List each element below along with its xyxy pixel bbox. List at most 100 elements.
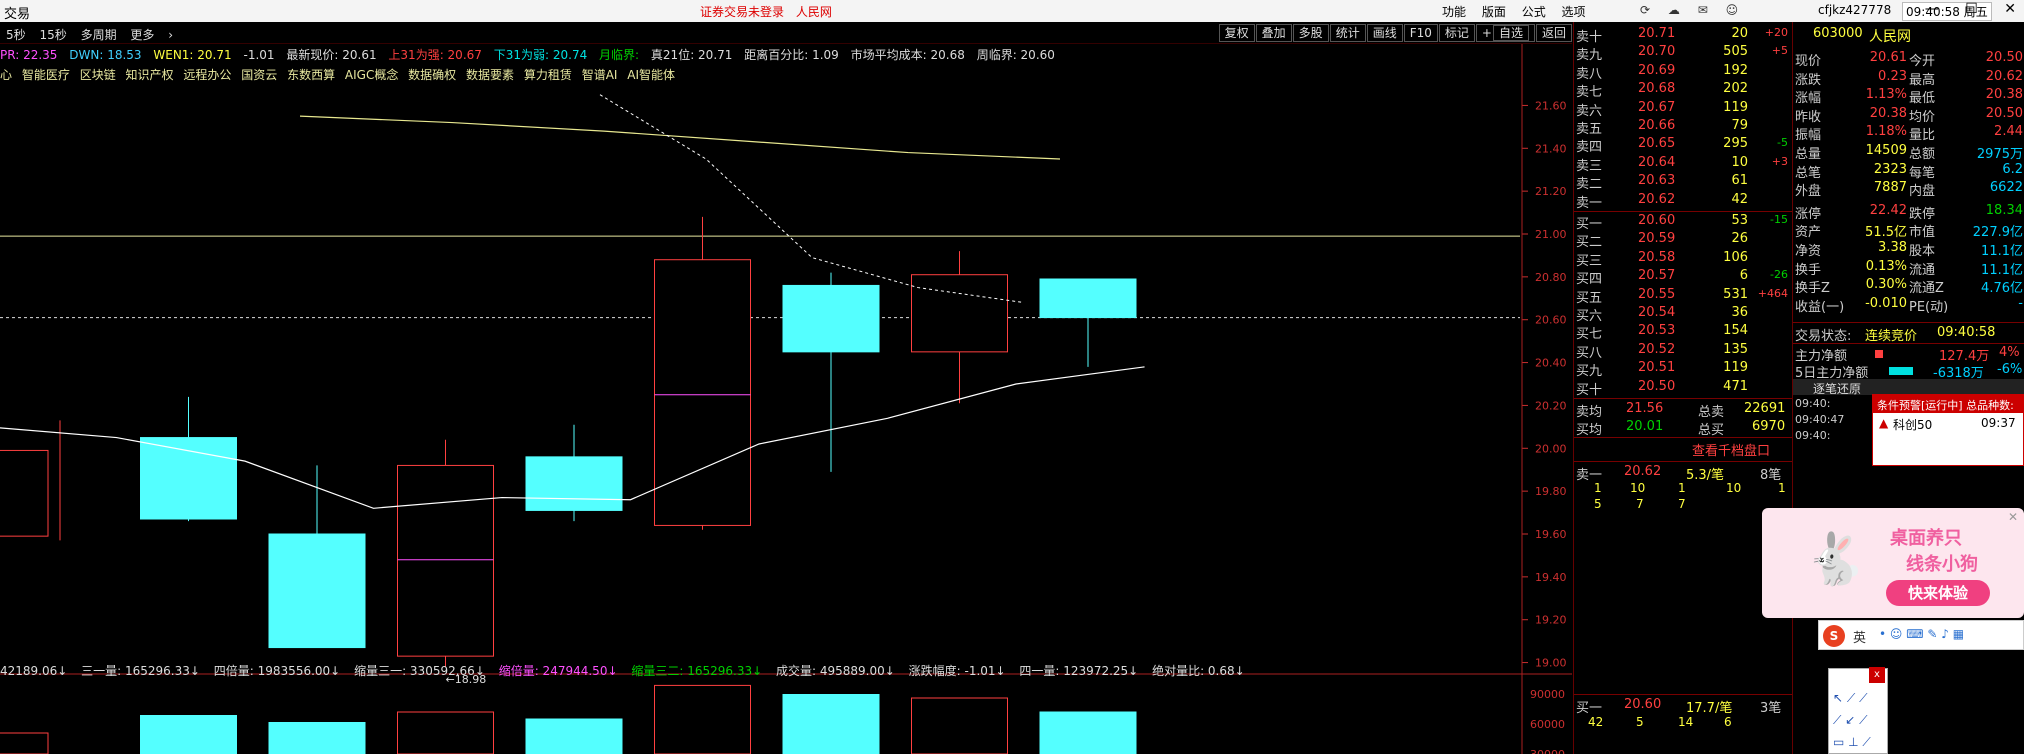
order-book-row[interactable]: 卖九 20.70 505 +5: [1574, 44, 1792, 63]
ime-lang[interactable]: 英: [1853, 627, 1866, 646]
order-book-row[interactable]: 买二 20.59 26: [1574, 231, 1792, 250]
order-book-row[interactable]: 买五 20.55 531 +464: [1574, 287, 1792, 306]
volume-bar: [140, 715, 237, 754]
order-book-row[interactable]: 卖四 20.65 295 -5: [1574, 136, 1792, 156]
multi-stock-button[interactable]: 多股: [1292, 24, 1329, 42]
volume-indicator-line: 42189.06↓ 三一量: 165296.33↓ 四倍量: 1983556.0…: [0, 662, 1572, 678]
quote-label: 流通: [1909, 262, 1936, 278]
level-volume: 20: [1731, 26, 1748, 41]
order-book-row[interactable]: 买八 20.52 135: [1574, 342, 1792, 361]
order-book-row[interactable]: 卖二 20.63 61: [1574, 173, 1792, 192]
y-tick-label: 19.80: [1535, 485, 1567, 498]
level-price: 20.66: [1638, 118, 1676, 133]
alert-popup-title: 条件预警[运行中] 总品种数:: [1873, 395, 2023, 413]
candle-body: [140, 437, 237, 520]
menu-item-function[interactable]: 功能: [1442, 5, 1466, 19]
level-change: +3: [1771, 154, 1788, 168]
order-book-row[interactable]: 买四 20.57 6 -26: [1574, 268, 1792, 288]
period-more[interactable]: 更多 ›: [130, 28, 173, 42]
y-tick-label: 21.00: [1535, 228, 1567, 241]
candlestick-chart[interactable]: 21.60 21.40 21.20 21.00 20.80 20.60 20.40 20.20…: [0, 44, 1572, 754]
level-price: 20.51: [1638, 360, 1676, 376]
toolbox-close-icon[interactable]: x: [1869, 667, 1885, 683]
login-notice[interactable]: 证券交易未登录: [700, 5, 784, 19]
draw-line-button[interactable]: 画线: [1366, 24, 1403, 42]
order-book-row[interactable]: 买十 20.50 471: [1574, 379, 1792, 398]
alert-popup[interactable]: 条件预警[运行中] 总品种数: ▲ 科创50 09:37: [1872, 394, 2024, 466]
level-label: 卖四: [1576, 140, 1603, 156]
period-15s[interactable]: 15秒: [39, 28, 66, 42]
candle-body: [397, 464, 494, 657]
y-tick-label: 20.60: [1535, 314, 1567, 327]
level-volume: 6: [1739, 268, 1748, 284]
queue-qty: 6: [1724, 715, 1732, 729]
draw-toolbox[interactable]: x ↖ ⟋ ⟋ ⟋ ↙ ⟋ ▭ ⊥ ⟋: [1828, 667, 1888, 754]
volume-tick-label: 30000: [1530, 748, 1565, 754]
overlay-button[interactable]: 叠加: [1255, 24, 1292, 42]
alert-item[interactable]: 科创50: [1893, 416, 1932, 433]
minimize-icon[interactable]: —: [1925, 1, 1939, 17]
maximize-icon[interactable]: ☐: [1965, 1, 1978, 17]
refresh-icon[interactable]: ⟳: [1640, 3, 1650, 17]
alert-time: 09:37: [1981, 416, 2016, 430]
candle-body: [911, 274, 1008, 353]
promo-ad[interactable]: 🐇 桌面养只 线条小狗 快来体验 ✕: [1762, 508, 2024, 618]
stats-button[interactable]: 统计: [1329, 24, 1366, 42]
quote-label: 内盘: [1909, 184, 1936, 200]
order-book-row[interactable]: 买三 20.58 106: [1574, 250, 1792, 269]
order-book-row[interactable]: 卖一 20.62 42: [1574, 192, 1792, 211]
order-book-row[interactable]: 卖八 20.69 192: [1574, 63, 1792, 82]
ime-tools-icon[interactable]: • ☺ ⌨ ✎ ♪ ▦: [1879, 627, 1964, 641]
cloud-icon[interactable]: ☁: [1668, 3, 1680, 17]
level-label: 卖七: [1576, 85, 1603, 101]
level-label: 买一: [1576, 217, 1603, 232]
ad-close-icon[interactable]: ✕: [2008, 510, 2018, 524]
user-icon[interactable]: ☺: [1726, 3, 1739, 17]
order-book-row[interactable]: 买一 20.60 53 -15: [1574, 213, 1792, 232]
vol-ind: 成交量: 495889.00↓: [775, 664, 895, 678]
ime-toolbar[interactable]: S 英 • ☺ ⌨ ✎ ♪ ▦: [1818, 620, 2024, 650]
depth-link[interactable]: 查看千档盘口: [1692, 440, 1770, 459]
order-book-row[interactable]: 买七 20.53 154: [1574, 323, 1792, 343]
quote-row: 总量 14509 总额 2975万: [1793, 143, 2024, 162]
candle-body: [654, 259, 751, 526]
chat-icon[interactable]: ✉: [1698, 3, 1708, 17]
volume-bar: [268, 722, 366, 754]
buy1-label: 买一: [1576, 701, 1603, 716]
menu-item-layout[interactable]: 版面: [1482, 5, 1506, 19]
level-label: 买七: [1576, 327, 1603, 343]
watchlist-button[interactable]: + 自选: [1475, 24, 1535, 42]
order-book-row[interactable]: 卖三 20.64 10 +3: [1574, 154, 1792, 174]
restore-rights-button[interactable]: 复权: [1218, 24, 1255, 42]
candle-body: [268, 533, 366, 649]
back-button[interactable]: 返回: [1535, 24, 1572, 42]
menu-item-options[interactable]: 选项: [1562, 5, 1586, 19]
quote-label: 量比: [1909, 128, 1936, 144]
main-flow-pct: 4%: [1999, 345, 2020, 360]
quote-label: 最低: [1909, 91, 1936, 107]
order-book-row[interactable]: 买六 20.54 36: [1574, 305, 1792, 324]
quote-label: 跌停: [1909, 206, 1936, 222]
quote-label: 总额: [1909, 147, 1936, 162]
quote-row: 收益(一) -0.010 PE(动) -: [1793, 296, 2024, 315]
order-book-row[interactable]: 买九 20.51 119: [1574, 360, 1792, 379]
order-book-row[interactable]: 卖五 20.66 79: [1574, 118, 1792, 137]
menu-item-formula[interactable]: 公式: [1522, 5, 1546, 19]
site-name: 人民网: [795, 5, 832, 19]
close-icon[interactable]: ✕: [2004, 1, 2016, 17]
user-account[interactable]: cfjkz427778: [1818, 3, 1891, 17]
order-book-row[interactable]: 卖十 20.71 20 +20: [1574, 26, 1792, 45]
ad-cta-button[interactable]: 快来体验: [1886, 580, 1990, 606]
period-5s[interactable]: 5秒: [6, 28, 26, 42]
f10-button[interactable]: F10: [1403, 24, 1438, 42]
mark-button[interactable]: 标记: [1438, 24, 1475, 42]
ad-line1: 桌面养只: [1890, 528, 1962, 549]
level-label: 买三: [1576, 253, 1603, 269]
order-book-row[interactable]: 卖六 20.67 119: [1574, 100, 1792, 119]
order-book-row[interactable]: 卖七 20.68 202: [1574, 81, 1792, 101]
candle-body: [1039, 278, 1137, 319]
status-label: 交易状态:: [1795, 329, 1852, 344]
period-multi[interactable]: 多周期: [81, 28, 117, 42]
level-label: 买四: [1576, 272, 1603, 288]
status-time: 09:40:58: [1937, 325, 1996, 340]
